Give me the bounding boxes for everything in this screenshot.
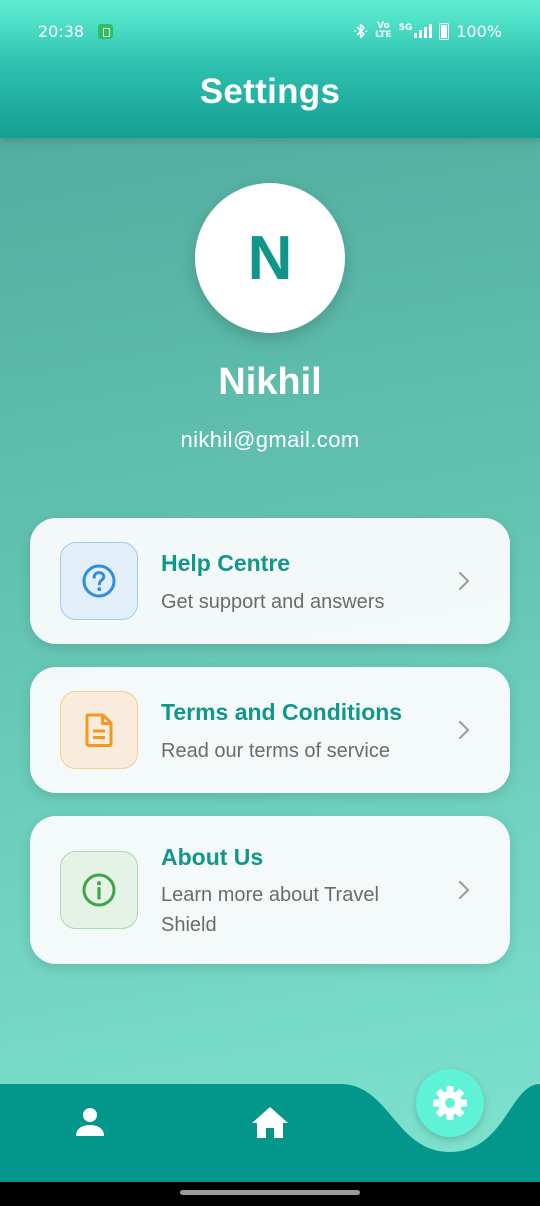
battery-icon	[439, 22, 450, 40]
help-centre-card[interactable]: Help Centre Get support and answers	[30, 518, 510, 644]
network-type: 5G	[398, 23, 413, 33]
home-icon	[252, 1107, 288, 1138]
signal-bars-icon	[414, 24, 433, 38]
battery-percent: 100%	[456, 21, 502, 41]
settings-screen: 20:38 Vo LTE 5G 100% Settings N Nikhil n…	[0, 0, 540, 1182]
volte-indicator: Vo LTE	[375, 22, 392, 40]
help-centre-icon-box	[60, 542, 138, 620]
help-circle-icon	[82, 564, 116, 598]
chevron-right-icon	[458, 720, 470, 740]
app-bar: 20:38 Vo LTE 5G 100% Settings	[0, 0, 540, 138]
document-icon	[85, 713, 113, 747]
help-centre-subtitle: Get support and answers	[161, 591, 385, 613]
about-us-card[interactable]: About Us Learn more about Travel Shield	[30, 816, 510, 964]
nav-home-button[interactable]	[248, 1100, 292, 1144]
about-us-subtitle: Learn more about Travel Shield	[161, 884, 379, 936]
info-icon	[82, 873, 116, 907]
terms-subtitle: Read our terms of service	[161, 740, 390, 762]
avatar: N	[195, 183, 345, 333]
status-time: 20:38	[38, 21, 85, 41]
page-title: Settings	[199, 72, 341, 111]
nav-profile-button[interactable]	[68, 1100, 112, 1144]
help-centre-title: Help Centre	[161, 550, 291, 576]
notification-icon	[98, 23, 114, 39]
about-us-icon-box	[60, 851, 138, 929]
chevron-right-icon	[458, 571, 470, 591]
chevron-right-icon	[458, 880, 470, 900]
bluetooth-icon	[354, 23, 368, 39]
nav-settings-button[interactable]	[416, 1069, 484, 1137]
status-indicators: Vo LTE 5G 100%	[354, 22, 502, 41]
user-email: nikhil@gmail.com	[180, 427, 360, 452]
user-name: Nikhil	[218, 361, 322, 403]
gear-icon	[433, 1086, 467, 1120]
terms-title: Terms and Conditions	[161, 699, 403, 725]
signal-indicator: 5G	[399, 24, 433, 38]
gesture-handle[interactable]	[180, 1190, 360, 1195]
status-bar: 20:38 Vo LTE 5G 100%	[0, 0, 540, 62]
volte-bottom: LTE	[375, 30, 392, 40]
terms-card[interactable]: Terms and Conditions Read our terms of s…	[30, 667, 510, 793]
about-us-title: About Us	[161, 844, 264, 870]
terms-icon-box	[60, 691, 138, 769]
person-icon	[76, 1108, 104, 1136]
